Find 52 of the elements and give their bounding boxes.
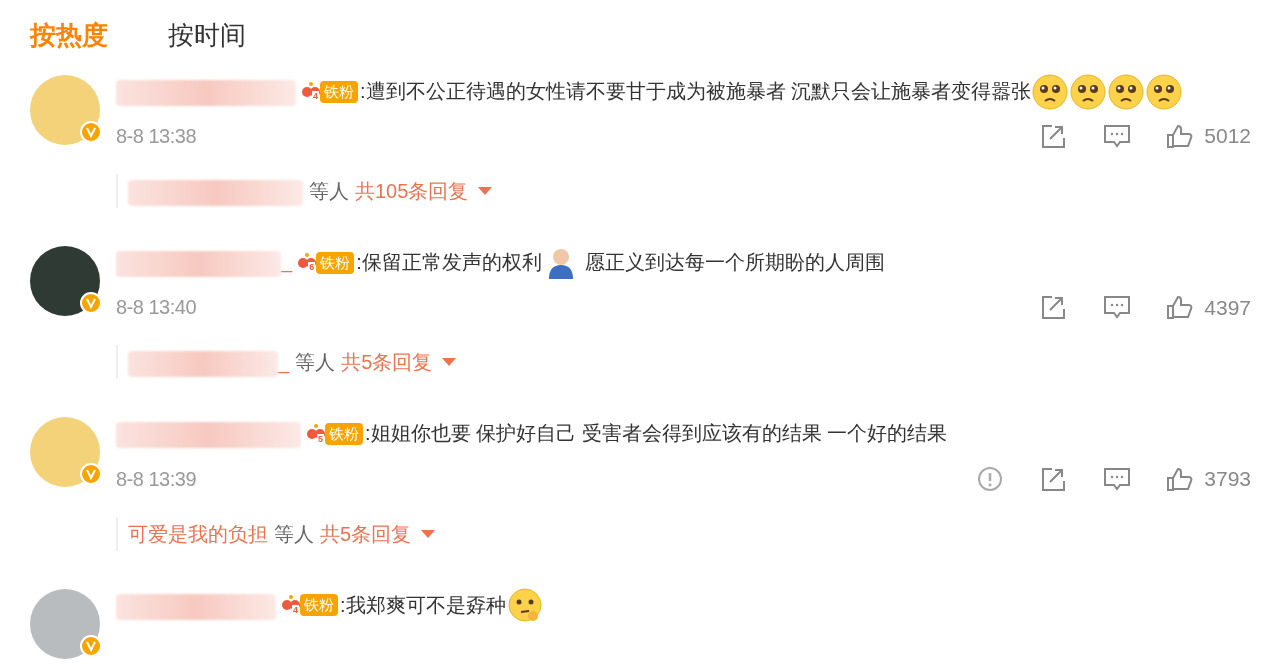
reply-others-label: 等人 <box>295 350 336 376</box>
comment-button[interactable] <box>1103 294 1132 321</box>
comment-text: :姐姐你也要 保护好自己 受害者会得到应该有的结果 一个好的结果 <box>365 422 948 445</box>
fan-label: 铁粉 <box>320 80 358 103</box>
verified-badge-icon <box>80 292 102 315</box>
comment-icon <box>1103 123 1132 150</box>
crying-face-icon <box>1146 73 1183 110</box>
reply-others-label: 等人 <box>274 521 314 547</box>
comment-text: :我郑爽可不是孬种 <box>340 593 506 616</box>
thinking-face-icon <box>506 587 543 624</box>
verified-badge-icon <box>80 634 102 657</box>
reply-count-link[interactable]: 共5条回复 <box>341 347 457 378</box>
comment-icon <box>1103 465 1132 492</box>
reply-username-link[interactable]: 可爱是我的负担 <box>128 518 268 549</box>
verified-badge-icon <box>80 463 102 486</box>
like-button[interactable]: 5012 <box>1166 120 1251 152</box>
like-count: 3793 <box>1204 465 1251 492</box>
comment-icon <box>1103 294 1132 321</box>
crying-face-icon <box>1032 73 1069 110</box>
timestamp: 8-8 13:39 <box>116 466 196 492</box>
fan-label: 铁粉 <box>316 251 355 274</box>
like-button[interactable]: 4397 <box>1166 291 1251 324</box>
fan-label: 铁粉 <box>325 423 363 446</box>
comment-button[interactable] <box>1103 465 1132 492</box>
comment-text: 愿正义到达每一个所期盼的人周围 <box>584 251 886 274</box>
comment-button[interactable] <box>1103 123 1132 150</box>
reply-count-link[interactable]: 共5条回复 <box>320 518 436 549</box>
thumbs-up-icon <box>1166 465 1195 492</box>
sort-tab[interactable]: 按时间 <box>168 15 246 55</box>
timestamp: 8-8 13:40 <box>116 295 196 321</box>
timestamp: 8-8 13:38 <box>116 124 196 150</box>
fan-level: 4 <box>292 604 299 616</box>
caret-down-icon <box>442 358 457 367</box>
crying-face-icon <box>1070 73 1107 110</box>
reply-others-label: 等人 <box>309 179 349 205</box>
comment-text: :保留正常发声的权利 <box>356 251 542 274</box>
username-suffix: _ <box>281 250 293 273</box>
reply-count-link[interactable]: 共105条回复 <box>355 176 493 207</box>
caret-down-icon <box>421 529 436 538</box>
fan-level: 5 <box>317 433 324 445</box>
thumbs-up-icon <box>1166 294 1195 321</box>
caret-down-icon <box>478 187 493 196</box>
comment-text: :遭到不公正待遇的女性请不要甘于成为被施暴者 沉默只会让施暴者变得嚣张 <box>360 80 1032 103</box>
crying-face-icon <box>1108 73 1145 110</box>
fan-label: 铁粉 <box>300 594 338 617</box>
sort-tab[interactable]: 按热度 <box>30 15 108 55</box>
like-button[interactable]: 3793 <box>1166 462 1251 495</box>
like-count: 4397 <box>1204 294 1251 321</box>
thumbs-up-icon <box>1166 123 1195 150</box>
username-suffix: _ <box>278 350 290 376</box>
verified-badge-icon <box>80 121 102 143</box>
like-count: 5012 <box>1204 123 1251 150</box>
